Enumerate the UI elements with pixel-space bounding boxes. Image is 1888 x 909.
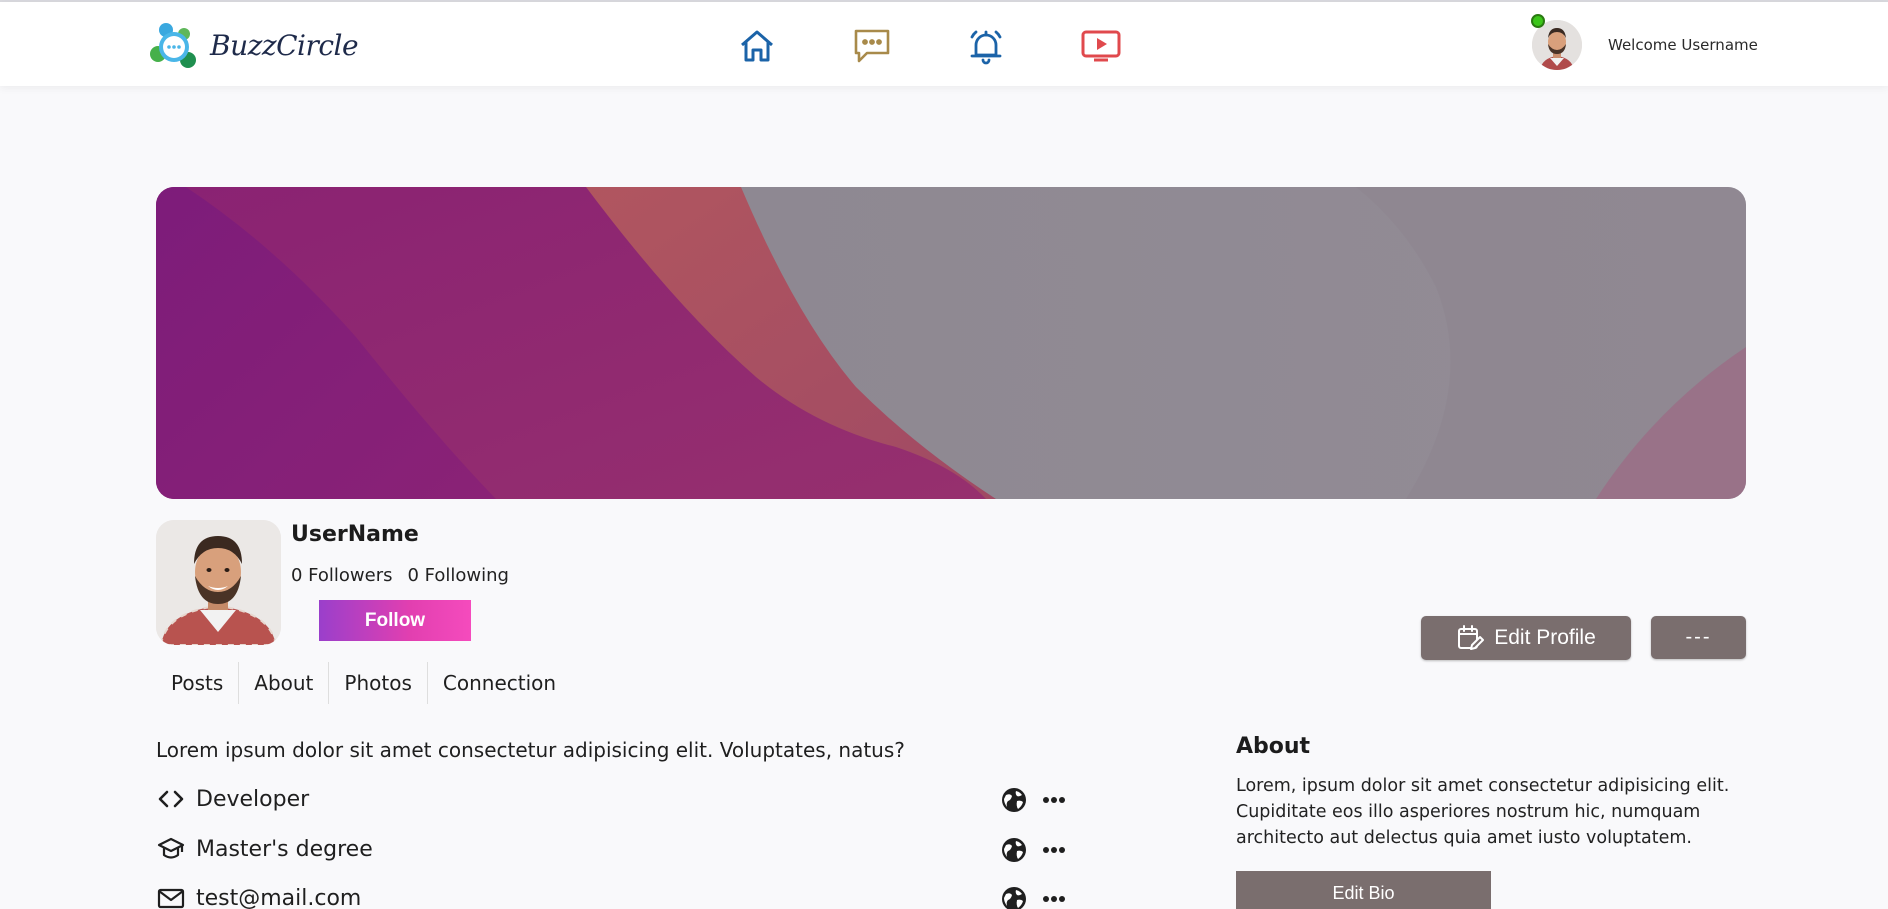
row-options-icon[interactable] (1040, 836, 1068, 864)
tab-connection[interactable]: Connection (428, 662, 571, 704)
edit-profile-label: Edit Profile (1494, 626, 1596, 649)
video-play-icon[interactable] (1081, 26, 1121, 66)
bell-icon[interactable] (966, 26, 1006, 66)
edit-profile-button[interactable]: Edit Profile (1421, 616, 1631, 660)
app-logo[interactable]: BuzzCircle (148, 20, 359, 70)
info-row-occupation: Developer (156, 782, 1068, 816)
edit-bio-button[interactable]: Edit Bio (1236, 871, 1491, 909)
globe-icon[interactable] (1000, 885, 1028, 909)
follow-counts: 0 Followers 0 Following (291, 565, 509, 586)
home-icon[interactable] (737, 26, 777, 66)
logo-icon (148, 20, 202, 70)
tab-photos[interactable]: Photos (329, 662, 428, 704)
email-text[interactable]: test@mail.com (196, 886, 361, 909)
about-heading: About (1236, 734, 1311, 759)
follow-button[interactable]: Follow (319, 600, 471, 641)
following-count[interactable]: 0 Following (408, 565, 509, 586)
tab-posts[interactable]: Posts (156, 662, 240, 704)
row-options-icon[interactable] (1040, 786, 1068, 814)
row-options-icon[interactable] (1040, 885, 1068, 909)
code-icon (156, 784, 186, 814)
occupation-text: Developer (196, 786, 310, 812)
profile-intro: Lorem ipsum dolor sit amet consectetur a… (156, 738, 905, 762)
online-status-indicator (1531, 14, 1545, 28)
profile-more-button[interactable]: --- (1651, 616, 1746, 659)
profile-username: UserName (291, 522, 419, 547)
chat-icon[interactable] (852, 26, 892, 66)
cover-image (156, 187, 1746, 499)
about-text: Lorem, ipsum dolor sit amet consectetur … (1236, 776, 1730, 848)
calendar-edit-icon (1456, 624, 1485, 652)
profile-photo[interactable] (156, 520, 281, 645)
globe-icon[interactable] (1000, 836, 1028, 864)
graduation-cap-icon (156, 834, 186, 864)
user-menu[interactable]: Welcome Username (1532, 20, 1758, 70)
welcome-text: Welcome Username (1608, 36, 1758, 54)
top-navbar: BuzzCircle Welcome Username (0, 2, 1888, 86)
tab-about[interactable]: About (239, 662, 330, 704)
profile-tabs: Posts About Photos Connection (156, 662, 571, 704)
info-row-email: test@mail.com (156, 881, 1068, 909)
followers-count[interactable]: 0 Followers (291, 565, 393, 586)
globe-icon[interactable] (1000, 786, 1028, 814)
education-text: Master's degree (196, 836, 373, 862)
mail-icon (156, 883, 186, 909)
app-name: BuzzCircle (210, 28, 359, 62)
info-row-education: Master's degree (156, 832, 1068, 866)
